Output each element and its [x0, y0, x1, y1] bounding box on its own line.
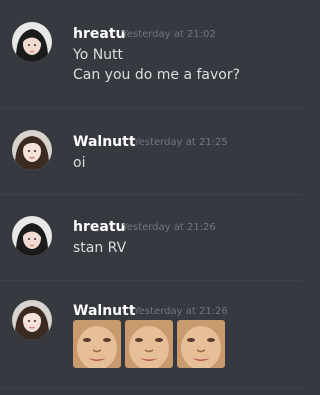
- face-emoji-image: [73, 320, 121, 368]
- user-avatar[interactable]: [12, 22, 52, 62]
- message-text: Can you do me a favor?: [73, 67, 241, 83]
- message-timestamp: Yesterday at 21:25: [134, 137, 228, 148]
- author-name[interactable]: hreatu: [73, 26, 125, 42]
- face-emoji[interactable]: [125, 320, 173, 368]
- author-name[interactable]: hreatu: [73, 219, 125, 235]
- message-timestamp: Yesterday at 21:26: [122, 222, 216, 233]
- author-name[interactable]: Walnutt: [73, 303, 136, 319]
- face-emoji[interactable]: [73, 320, 121, 368]
- message-text: Yo Nutt: [73, 47, 124, 63]
- message-divider: [0, 194, 302, 195]
- message-text: oi: [73, 155, 86, 171]
- message-divider: [0, 387, 302, 388]
- avatar-hreatu-image: [12, 22, 52, 62]
- user-avatar[interactable]: [12, 300, 52, 340]
- face-emoji-image: [177, 320, 225, 368]
- message-divider: [0, 108, 302, 109]
- author-name[interactable]: Walnutt: [73, 134, 136, 150]
- message-timestamp: Yesterday at 21:02: [122, 29, 216, 40]
- avatar-hreatu-image: [12, 216, 52, 256]
- message-timestamp: Yesterday at 21:26: [134, 306, 228, 317]
- message-text: stan RV: [73, 240, 127, 256]
- user-avatar[interactable]: [12, 216, 52, 256]
- avatar-walnutt-image: [12, 130, 52, 170]
- face-emoji[interactable]: [177, 320, 225, 368]
- avatar-walnutt-image: [12, 300, 52, 340]
- user-avatar[interactable]: [12, 130, 52, 170]
- face-emoji-image: [125, 320, 173, 368]
- message-divider: [0, 280, 302, 281]
